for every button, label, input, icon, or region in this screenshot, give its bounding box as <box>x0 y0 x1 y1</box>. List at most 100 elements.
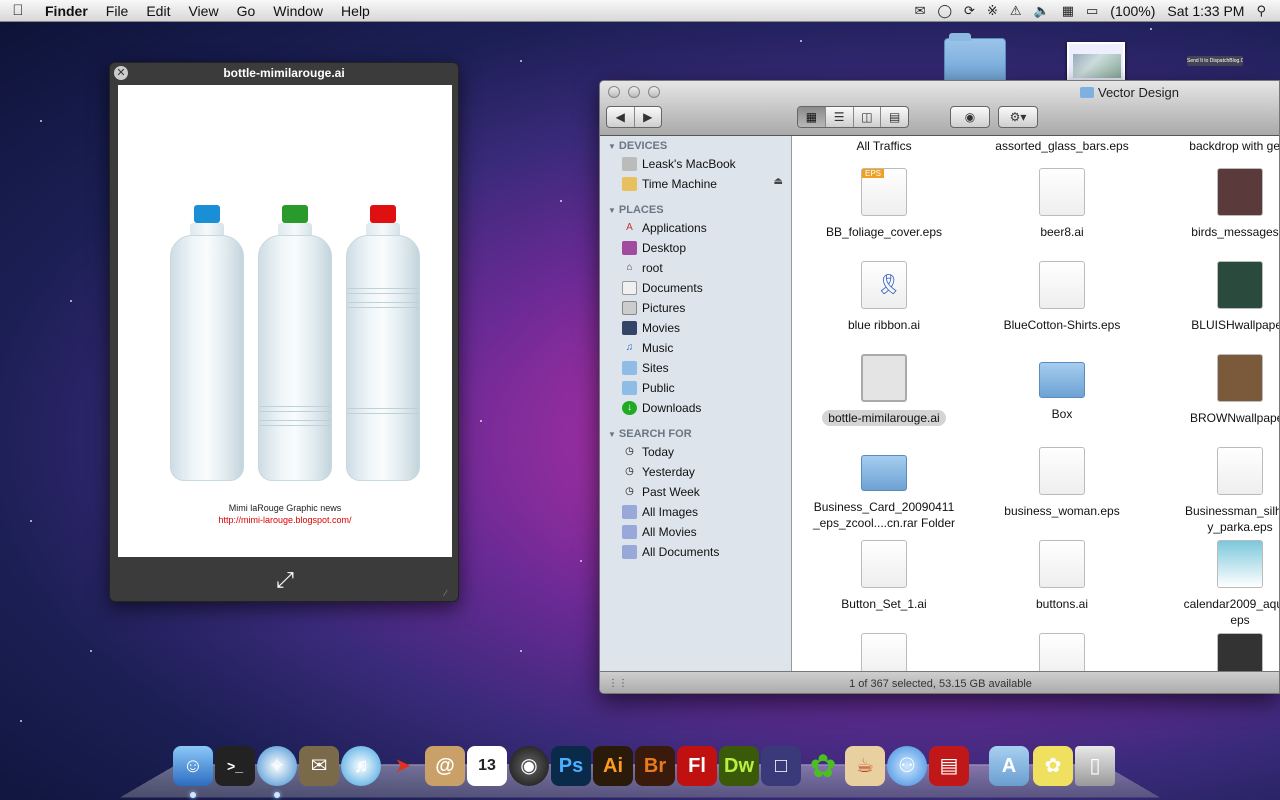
eye-icon[interactable]: ◉ <box>951 107 989 127</box>
quicklook-title-bar[interactable]: ✕ bottle-mimilarouge.ai <box>110 63 458 83</box>
chat-icon[interactable]: ◯ <box>937 3 952 19</box>
sync-icon[interactable]: ⟳ <box>964 3 975 19</box>
sidebar-item-documents[interactable]: Documents <box>600 278 791 298</box>
spotlight-search-icon[interactable]: ⚲ <box>1256 3 1266 19</box>
leaf-dock-icon[interactable]: ✿ <box>803 746 843 786</box>
sidebar-item-today[interactable]: ◷ Today <box>600 442 791 462</box>
back-button[interactable]: ◀ <box>607 107 635 127</box>
file-item-bb-foliage[interactable]: EPS BB_foliage_cover.eps <box>804 168 964 240</box>
file-item-bluish[interactable]: BLUISHwallpaper. <box>1160 261 1279 333</box>
eject-icon[interactable]: ⏏ <box>774 176 783 187</box>
mail-stamp-dock-icon[interactable]: ✉ <box>299 746 339 786</box>
front-row-dock-icon[interactable]: ▤ <box>929 746 969 786</box>
gear-icon[interactable]: ⚙▾ <box>999 107 1037 127</box>
file-item-brown[interactable]: BROWNwallpaper. <box>1160 354 1279 426</box>
menu-window[interactable]: Window <box>264 3 332 19</box>
menu-view[interactable]: View <box>179 3 227 19</box>
file-item-beer8[interactable]: beer8.ai <box>982 168 1142 240</box>
clock[interactable]: Sat 1:33 PM <box>1167 3 1244 19</box>
file-item[interactable] <box>982 633 1142 671</box>
menu-file[interactable]: File <box>97 3 138 19</box>
sidebar-item-past-week[interactable]: ◷ Past Week <box>600 482 791 502</box>
safari-dock-icon[interactable]: ✧ <box>257 746 297 786</box>
wifi-icon[interactable]: ⚠ <box>1010 3 1022 19</box>
sidebar-item-all-images[interactable]: All Images <box>600 502 791 522</box>
sidebar-item-public[interactable]: Public <box>600 378 791 398</box>
list-view-button[interactable]: ☰ <box>826 107 854 127</box>
file-item-button-set[interactable]: Button_Set_1.ai <box>804 540 964 612</box>
disclosure-triangle-icon[interactable]: ▼ <box>608 430 616 439</box>
resize-grip-icon[interactable]: ∕ <box>445 588 455 598</box>
file-item-calendar[interactable]: calendar2009_aqua_eps <box>1160 540 1279 628</box>
sidebar-item-applications[interactable]: A Applications <box>600 218 791 238</box>
camera-dock-icon[interactable]: ◉ <box>509 746 549 786</box>
trash-dock-icon[interactable]: ▯ <box>1075 746 1115 786</box>
sidebar-places-header[interactable]: ▼ PLACES <box>600 200 791 218</box>
forward-button[interactable]: ▶ <box>635 107 662 127</box>
sidebar-devices-header[interactable]: ▼ DEVICES <box>600 136 791 154</box>
desktop-folder-icon[interactable] <box>944 33 1006 84</box>
file-item[interactable]: backdrop with gear <box>1160 136 1279 154</box>
bluetooth-icon[interactable]: ※ <box>987 3 998 19</box>
applications-folder-dock-icon[interactable]: A <box>989 746 1029 786</box>
battery-icon[interactable]: ▭ <box>1086 3 1098 19</box>
flame-dock-icon[interactable]: ➤ <box>383 746 423 786</box>
menu-go[interactable]: Go <box>228 3 265 19</box>
sidebar-item-sites[interactable]: Sites <box>600 358 791 378</box>
coffee-cup-dock-icon[interactable]: ☕ <box>845 746 885 786</box>
file-item-bluecotton[interactable]: BlueCotton-Shirts.eps <box>982 261 1142 333</box>
file-item[interactable] <box>1160 633 1279 671</box>
dreamweaver-dock-icon[interactable]: Dw <box>719 746 759 786</box>
file-item-business-card[interactable]: Business_Card_20090411 _eps_zcool....cn.r… <box>804 447 964 531</box>
close-window-button[interactable] <box>608 86 620 98</box>
desktop-screenshot-icon[interactable] <box>1067 42 1125 82</box>
file-item-business-woman[interactable]: business_woman.eps <box>982 447 1142 519</box>
sidebar-item-yesterday[interactable]: ◷ Yesterday <box>600 462 791 482</box>
finder-dock-icon[interactable]: ☺ <box>173 746 213 786</box>
sidebar-item-pictures[interactable]: Pictures <box>600 298 791 318</box>
ichat-dock-icon[interactable]: ⚇ <box>887 746 927 786</box>
coverflow-view-button[interactable]: ▤ <box>881 107 908 127</box>
disclosure-triangle-icon[interactable]: ▼ <box>608 142 616 151</box>
desktop-file-label[interactable]: Send It to DispatchBlog.C <box>1187 56 1243 66</box>
illustrator-dock-icon[interactable]: Ai <box>593 746 633 786</box>
keyboard-icon[interactable]: ▦ <box>1062 3 1074 19</box>
minimize-window-button[interactable] <box>628 86 640 98</box>
terminal-dock-icon[interactable]: >_ <box>215 746 255 786</box>
flash-dock-icon[interactable]: Fl <box>677 746 717 786</box>
address-book-dock-icon[interactable]: @ <box>425 746 465 786</box>
file-item-blue-ribbon[interactable]: 🎗 blue ribbon.ai <box>804 261 964 333</box>
fullscreen-expand-icon[interactable]: ⤢ <box>268 565 302 595</box>
battery-percent[interactable]: (100%) <box>1110 3 1155 19</box>
menu-help[interactable]: Help <box>332 3 379 19</box>
close-icon[interactable]: ✕ <box>114 66 128 80</box>
sidebar-item-downloads[interactable]: ↓ Downloads <box>600 398 791 418</box>
sidebar-search-header[interactable]: ▼ SEARCH FOR <box>600 424 791 442</box>
file-item-box[interactable]: Box <box>982 354 1142 422</box>
icon-view-button[interactable]: ▦ <box>798 107 826 127</box>
sidebar-item-all-movies[interactable]: All Movies <box>600 522 791 542</box>
volume-icon[interactable]: 🔈 <box>1034 3 1050 19</box>
column-view-button[interactable]: ◫ <box>854 107 882 127</box>
file-item-bottle-selected[interactable]: bottle-mimilarouge.ai <box>804 354 964 426</box>
sidebar-item-desktop[interactable]: Desktop <box>600 238 791 258</box>
picture-stack-dock-icon[interactable]: ✿ <box>1033 746 1073 786</box>
disclosure-triangle-icon[interactable]: ▼ <box>608 206 616 215</box>
calendar-dock-icon[interactable]: 13 <box>467 746 507 786</box>
menu-edit[interactable]: Edit <box>137 3 179 19</box>
sidebar-item-macbook[interactable]: Leask's MacBook <box>600 154 791 174</box>
vmware-dock-icon[interactable]: □ <box>761 746 801 786</box>
sidebar-resize-grip-icon[interactable]: ⋮⋮ <box>608 672 628 693</box>
sidebar-item-time-machine[interactable]: Time Machine ⏏ <box>600 174 791 194</box>
file-item-buttons[interactable]: buttons.ai <box>982 540 1142 612</box>
itunes-dock-icon[interactable]: ♫ <box>341 746 381 786</box>
bridge-dock-icon[interactable]: Br <box>635 746 675 786</box>
sidebar-item-all-documents[interactable]: All Documents <box>600 542 791 562</box>
sidebar-item-movies[interactable]: Movies <box>600 318 791 338</box>
file-item[interactable]: assorted_glass_bars.eps <box>982 136 1142 154</box>
file-item[interactable] <box>804 633 964 671</box>
sidebar-item-root[interactable]: ⌂ root <box>600 258 791 278</box>
photoshop-dock-icon[interactable]: Ps <box>551 746 591 786</box>
zoom-window-button[interactable] <box>648 86 660 98</box>
mail-icon[interactable]: ✉ <box>915 3 926 19</box>
